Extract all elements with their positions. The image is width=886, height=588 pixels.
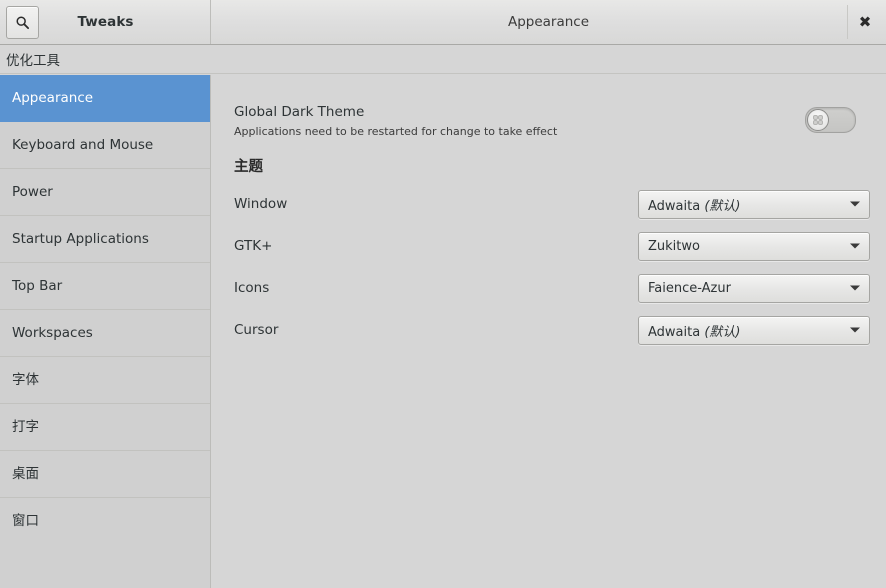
themes-section-heading: 主题 — [234, 155, 263, 176]
setting-label-window: Window — [234, 196, 287, 212]
chevron-down-icon — [850, 328, 860, 333]
sidebar-item-typing[interactable]: 打字 — [0, 404, 210, 451]
localized-app-title: 优化工具 — [6, 49, 60, 69]
sidebar-item-label: 窗口 — [12, 513, 39, 529]
global-dark-theme-label: Global Dark Theme — [234, 104, 868, 121]
sidebar-item-fonts[interactable]: 字体 — [0, 357, 210, 404]
gtk-theme-value: Zukitwo — [639, 239, 700, 254]
sidebar-item-label: Top Bar — [12, 278, 62, 294]
icons-theme-dropdown[interactable]: Faience-Azur — [638, 274, 870, 303]
cursor-theme-value: Adwaita (默认) — [639, 321, 740, 340]
header-bar: Tweaks Appearance ✖ — [0, 0, 886, 45]
setting-label-cursor: Cursor — [234, 322, 278, 338]
setting-label-gtk: GTK+ — [234, 238, 272, 254]
window-theme-dropdown[interactable]: Adwaita (默认) — [638, 190, 870, 219]
icons-theme-value: Faience-Azur — [639, 281, 731, 296]
toggle-knob — [807, 109, 829, 131]
setting-row-cursor: Cursor Adwaita (默认) — [212, 309, 886, 351]
header-left-section: Tweaks — [0, 0, 211, 44]
gtk-theme-dropdown[interactable]: Zukitwo — [638, 232, 870, 261]
window-theme-value: Adwaita (默认) — [639, 195, 740, 214]
sidebar-item-desktop[interactable]: 桌面 — [0, 451, 210, 498]
global-dark-theme-row: Global Dark Theme Applications need to b… — [234, 104, 868, 152]
global-dark-theme-toggle[interactable] — [805, 107, 856, 133]
setting-row-gtk: GTK+ Zukitwo — [212, 225, 886, 267]
localized-title-bar: 优化工具 — [0, 45, 886, 74]
cursor-theme-dropdown[interactable]: Adwaita (默认) — [638, 316, 870, 345]
close-icon[interactable]: ✖ — [847, 5, 882, 39]
sidebar-item-appearance[interactable]: Appearance — [0, 75, 210, 122]
sidebar-item-keyboard-and-mouse[interactable]: Keyboard and Mouse — [0, 122, 210, 169]
app-title: Tweaks — [0, 14, 211, 30]
chevron-down-icon — [850, 244, 860, 249]
header-right-section: Appearance ✖ — [211, 0, 886, 44]
setting-label-icons: Icons — [234, 280, 269, 296]
sidebar-item-windows[interactable]: 窗口 — [0, 498, 210, 545]
sidebar-item-label: Workspaces — [12, 325, 93, 341]
chevron-down-icon — [850, 286, 860, 291]
sidebar-item-label: 桌面 — [12, 466, 39, 482]
sidebar-item-label: Appearance — [12, 90, 93, 106]
sidebar-item-label: Startup Applications — [12, 231, 149, 247]
grip-dots-icon — [813, 115, 823, 125]
setting-row-icons: Icons Faience-Azur — [212, 267, 886, 309]
sidebar-item-label: Keyboard and Mouse — [12, 137, 153, 153]
page-title: Appearance — [211, 14, 886, 30]
global-dark-theme-description: Applications need to be restarted for ch… — [234, 125, 868, 139]
sidebar-item-label: 字体 — [12, 372, 39, 388]
chevron-down-icon — [850, 202, 860, 207]
themes-settings-list: Window Adwaita (默认) GTK+ Zukitwo Icons F… — [212, 183, 886, 351]
sidebar-item-startup-applications[interactable]: Startup Applications — [0, 216, 210, 263]
sidebar-item-label: 打字 — [12, 419, 39, 435]
setting-row-window: Window Adwaita (默认) — [212, 183, 886, 225]
sidebar-scrollbar[interactable] — [207, 75, 210, 588]
sidebar-item-top-bar[interactable]: Top Bar — [0, 263, 210, 310]
sidebar-item-label: Power — [12, 184, 53, 200]
sidebar: Appearance Keyboard and Mouse Power Star… — [0, 75, 211, 588]
content-pane: Global Dark Theme Applications need to b… — [212, 75, 886, 588]
sidebar-item-workspaces[interactable]: Workspaces — [0, 310, 210, 357]
tweaks-window: Tweaks Appearance ✖ 优化工具 Appearance Keyb… — [0, 0, 886, 588]
sidebar-item-power[interactable]: Power — [0, 169, 210, 216]
